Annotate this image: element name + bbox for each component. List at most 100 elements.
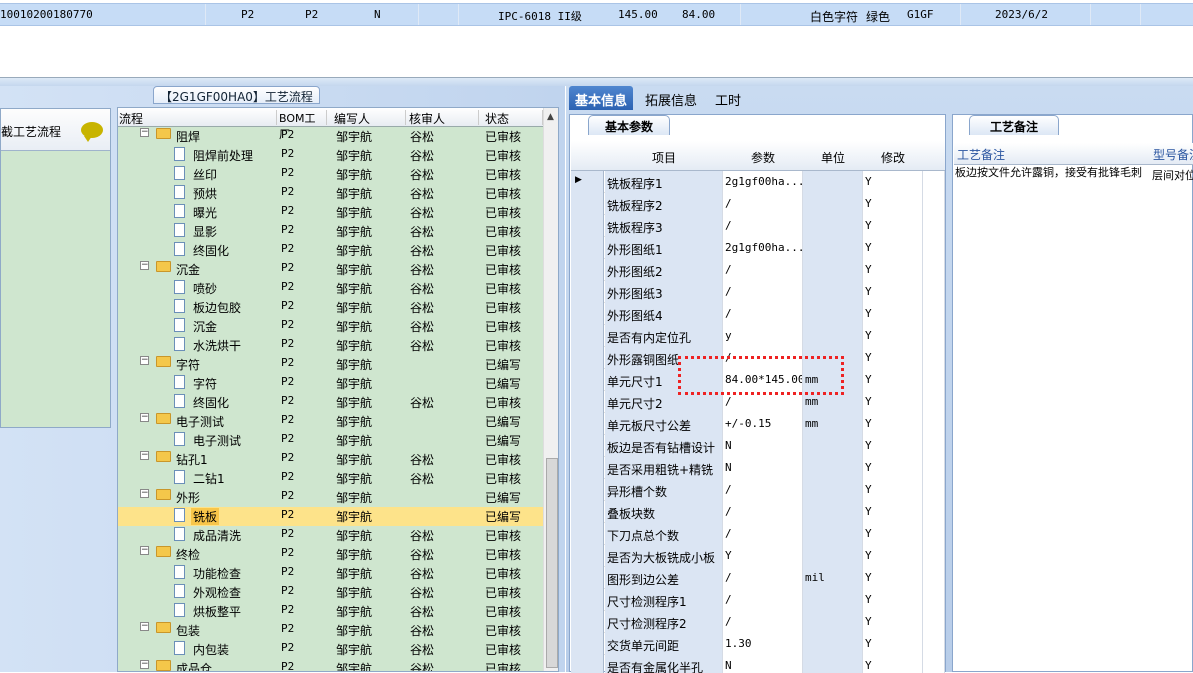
param-modify[interactable]: Y bbox=[863, 589, 923, 611]
tree-row[interactable]: 板边包胶 P2 邹宇航 谷松 已审核 bbox=[118, 298, 543, 317]
row-indicator[interactable] bbox=[571, 215, 604, 237]
param-modify[interactable]: Y bbox=[863, 281, 923, 303]
tree-header-writer[interactable]: 编写人 bbox=[334, 110, 406, 126]
row-indicator[interactable] bbox=[571, 567, 604, 589]
notes-header-process[interactable]: 工艺备注 bbox=[957, 146, 1005, 163]
tab-basic-info[interactable]: 基本信息 bbox=[569, 86, 634, 110]
tree-row[interactable]: − 成品仓 P2 邹宇航 谷松 已审核 bbox=[118, 659, 543, 671]
row-indicator[interactable] bbox=[571, 501, 604, 523]
param-unit[interactable] bbox=[803, 171, 863, 193]
param-modify[interactable]: Y bbox=[863, 259, 923, 281]
row-indicator[interactable] bbox=[571, 413, 604, 435]
param-row[interactable]: 铣板程序3/ Y bbox=[571, 215, 945, 237]
param-row[interactable]: 外形露铜图纸 / Y bbox=[571, 347, 945, 369]
param-modify[interactable]: Y bbox=[863, 479, 923, 501]
tree-row[interactable]: 功能检查 P2 邹宇航 谷松 已审核 bbox=[118, 564, 543, 583]
param-row[interactable]: 叠板块数 / Y bbox=[571, 501, 945, 523]
param-unit[interactable] bbox=[803, 545, 863, 567]
tree-row[interactable]: − 电子测试 P2 邹宇航 已编写 bbox=[118, 412, 543, 431]
param-modify[interactable]: Y bbox=[863, 237, 923, 259]
collapse-icon[interactable]: − bbox=[140, 451, 149, 460]
param-value[interactable]: 1.30 bbox=[723, 633, 803, 655]
collapse-icon[interactable]: − bbox=[140, 546, 149, 555]
row-indicator[interactable] bbox=[571, 391, 604, 413]
param-modify[interactable]: Y bbox=[863, 567, 923, 589]
param-modify[interactable]: Y bbox=[863, 633, 923, 655]
row-indicator[interactable] bbox=[571, 457, 604, 479]
param-row[interactable]: 外形图纸4/ Y bbox=[571, 303, 945, 325]
param-value[interactable]: / bbox=[723, 589, 803, 611]
param-row[interactable]: 是否为大板铣成小板 Y Y bbox=[571, 545, 945, 567]
tab-work-hours[interactable]: 工时 bbox=[709, 86, 747, 110]
param-value[interactable]: 84.00*145.00 bbox=[723, 369, 803, 391]
tree-row[interactable]: 内包装 P2 邹宇航 谷松 已审核 bbox=[118, 640, 543, 659]
row-indicator[interactable] bbox=[571, 545, 604, 567]
tree-row[interactable]: − 包装 P2 邹宇航 谷松 已审核 bbox=[118, 621, 543, 640]
model-note-text[interactable]: 层间对位 bbox=[1152, 167, 1193, 183]
tree-row[interactable]: 曝光 P2 邹宇航 谷松 已审核 bbox=[118, 203, 543, 222]
tree-row[interactable]: 预烘 P2 邹宇航 谷松 已审核 bbox=[118, 184, 543, 203]
row-indicator[interactable] bbox=[571, 523, 604, 545]
tree-row[interactable]: − 沉金 P2 邹宇航 谷松 已审核 bbox=[118, 260, 543, 279]
param-row[interactable]: 图形到边公差 / mil Y bbox=[571, 567, 945, 589]
param-row[interactable]: 异形槽个数 / Y bbox=[571, 479, 945, 501]
scroll-up-icon[interactable]: ▲ bbox=[547, 112, 554, 122]
param-row[interactable]: 尺寸检测程序2/ Y bbox=[571, 611, 945, 633]
param-unit[interactable]: mm bbox=[803, 391, 863, 413]
param-value[interactable]: / bbox=[723, 215, 803, 237]
tree-row[interactable]: 电子测试 P2 邹宇航 已编写 bbox=[118, 431, 543, 450]
param-unit[interactable]: mm bbox=[803, 369, 863, 391]
param-row[interactable]: 下刀点总个数 / Y bbox=[571, 523, 945, 545]
param-value[interactable]: 2g1gf00ha... bbox=[723, 237, 803, 259]
param-row[interactable]: 单元尺寸2/mm Y bbox=[571, 391, 945, 413]
param-value[interactable]: / bbox=[723, 303, 803, 325]
param-unit[interactable] bbox=[803, 501, 863, 523]
param-unit[interactable] bbox=[803, 435, 863, 457]
param-unit[interactable] bbox=[803, 523, 863, 545]
param-unit[interactable] bbox=[803, 215, 863, 237]
horizontal-splitter[interactable] bbox=[0, 78, 1193, 86]
param-value[interactable]: 2g1gf00ha... bbox=[723, 171, 803, 193]
row-indicator[interactable] bbox=[571, 435, 604, 457]
tree-header-flow[interactable]: 流程 bbox=[119, 110, 277, 126]
tree-row[interactable]: 水洗烘干 P2 邹宇航 谷松 已审核 bbox=[118, 336, 543, 355]
tree-row[interactable]: 显影 P2 邹宇航 谷松 已审核 bbox=[118, 222, 543, 241]
param-row[interactable]: 尺寸检测程序1/ Y bbox=[571, 589, 945, 611]
param-modify[interactable]: Y bbox=[863, 655, 923, 673]
row-indicator[interactable] bbox=[571, 259, 604, 281]
param-row[interactable]: 外形图纸1 2g1gf00ha... Y bbox=[571, 237, 945, 259]
comment-icon[interactable] bbox=[81, 122, 103, 142]
tree-row[interactable]: − 钻孔1 P2 邹宇航 谷松 已审核 bbox=[118, 450, 543, 469]
row-indicator[interactable] bbox=[571, 347, 604, 369]
tree-row[interactable]: 丝印 P2 邹宇航 谷松 已审核 bbox=[118, 165, 543, 184]
tree-scrollbar[interactable]: ▲ bbox=[543, 108, 558, 671]
collapse-icon[interactable]: − bbox=[140, 128, 149, 137]
tree-row[interactable]: 沉金 P2 邹宇航 谷松 已审核 bbox=[118, 317, 543, 336]
param-modify[interactable]: Y bbox=[863, 523, 923, 545]
param-unit[interactable] bbox=[803, 633, 863, 655]
grid-header-item[interactable]: 项目 bbox=[605, 149, 723, 166]
tree-row[interactable]: − 外形 P2 邹宇航 已编写 bbox=[118, 488, 543, 507]
param-value[interactable]: N bbox=[723, 435, 803, 457]
param-value[interactable]: / bbox=[723, 259, 803, 281]
param-row[interactable]: 单元尺寸1 84.00*145.00 mm Y bbox=[571, 369, 945, 391]
tree-header-bom[interactable]: BOM工厂 bbox=[279, 110, 327, 141]
collapse-icon[interactable]: − bbox=[140, 622, 149, 631]
collapse-icon[interactable]: − bbox=[140, 356, 149, 365]
notes-header-model[interactable]: 型号备注 bbox=[1153, 146, 1193, 163]
param-unit[interactable] bbox=[803, 655, 863, 673]
param-modify[interactable]: Y bbox=[863, 391, 923, 413]
param-unit[interactable] bbox=[803, 193, 863, 215]
param-row[interactable]: 单元板尺寸公差 +/-0.15 mm Y bbox=[571, 413, 945, 435]
tree-row[interactable]: 阻焊前处理 P2 邹宇航 谷松 已审核 bbox=[118, 146, 543, 165]
tree-row[interactable]: 终固化 P2 邹宇航 谷松 已审核 bbox=[118, 393, 543, 412]
param-row[interactable]: 是否采用粗铣+精铣 N Y bbox=[571, 457, 945, 479]
param-value[interactable]: / bbox=[723, 501, 803, 523]
param-value[interactable]: / bbox=[723, 281, 803, 303]
row-indicator[interactable]: ▶ bbox=[571, 171, 604, 193]
param-unit[interactable] bbox=[803, 457, 863, 479]
row-indicator[interactable] bbox=[571, 633, 604, 655]
param-modify[interactable]: Y bbox=[863, 215, 923, 237]
tree-row[interactable]: 终固化 P2 邹宇航 谷松 已审核 bbox=[118, 241, 543, 260]
param-modify[interactable]: Y bbox=[863, 369, 923, 391]
